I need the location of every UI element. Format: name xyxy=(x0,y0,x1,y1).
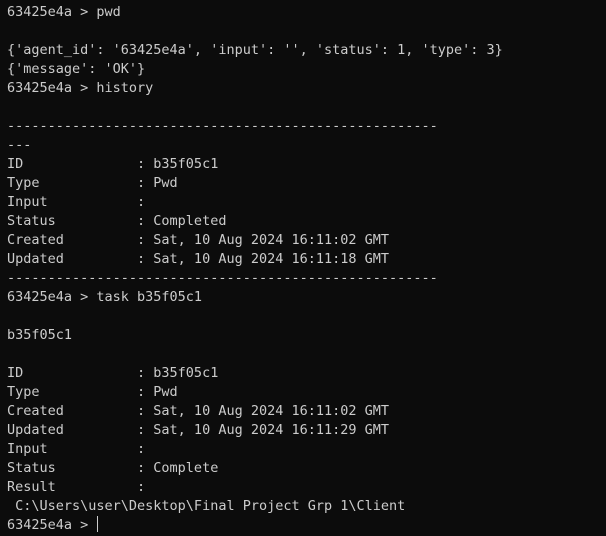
terminal-line: Input : xyxy=(7,441,146,457)
terminal-line: ----------------------------------------… xyxy=(7,118,438,134)
terminal-line: 63425e4a > pwd xyxy=(7,4,121,20)
terminal-line: {'message': 'OK'} xyxy=(7,61,146,77)
terminal-window[interactable]: 63425e4a > pwd {'agent_id': '63425e4a', '… xyxy=(0,0,606,536)
terminal-line: Input : xyxy=(7,194,146,210)
terminal-line: b35f05c1 xyxy=(7,327,73,343)
terminal-output: 63425e4a > pwd {'agent_id': '63425e4a', '… xyxy=(7,3,606,516)
terminal-line: Status : Completed xyxy=(7,213,227,229)
terminal-line: ID : b35f05c1 xyxy=(7,365,219,381)
terminal-line: Status : Complete xyxy=(7,460,219,476)
terminal-line: Type : Pwd xyxy=(7,175,178,191)
terminal-line: C:\Users\user\Desktop\Final Project Grp … xyxy=(7,498,406,514)
terminal-line: Created : Sat, 10 Aug 2024 16:11:02 GMT xyxy=(7,403,390,419)
terminal-line: 63425e4a > history xyxy=(7,80,154,96)
text-cursor xyxy=(97,516,99,532)
terminal-line: Updated : Sat, 10 Aug 2024 16:11:29 GMT xyxy=(7,422,390,438)
terminal-line: --- xyxy=(7,137,32,153)
terminal-input-line[interactable]: 63425e4a > xyxy=(7,516,606,535)
terminal-line: Result : xyxy=(7,479,146,495)
terminal-line: {'agent_id': '63425e4a', 'input': '', 's… xyxy=(7,42,503,58)
terminal-line: Updated : Sat, 10 Aug 2024 16:11:18 GMT xyxy=(7,251,390,267)
terminal-line: ID : b35f05c1 xyxy=(7,156,219,172)
terminal-line: ----------------------------------------… xyxy=(7,270,438,286)
current-prompt: 63425e4a > xyxy=(7,517,97,533)
terminal-line: 63425e4a > task b35f05c1 xyxy=(7,289,203,305)
terminal-line: Created : Sat, 10 Aug 2024 16:11:02 GMT xyxy=(7,232,390,248)
terminal-line: Type : Pwd xyxy=(7,384,178,400)
